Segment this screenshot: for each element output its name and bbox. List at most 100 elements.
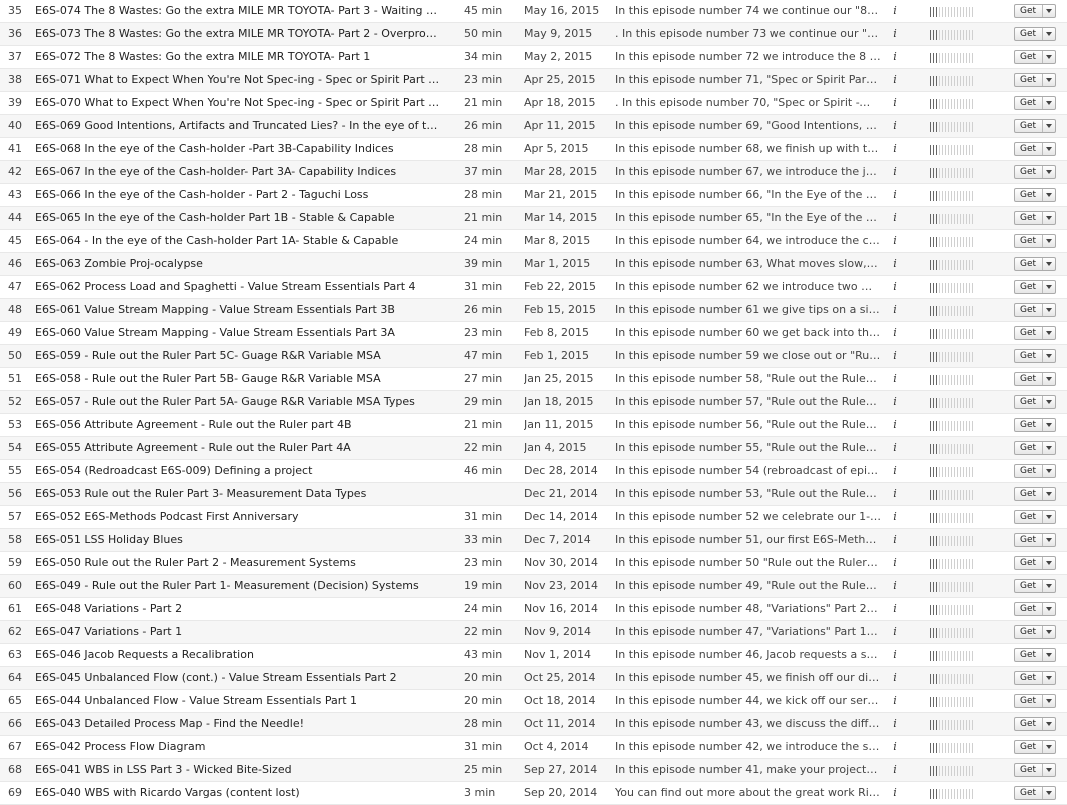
info-icon[interactable]: i [889, 713, 901, 735]
chevron-down-icon[interactable] [1046, 538, 1052, 542]
get-button[interactable]: Get [1014, 46, 1058, 68]
episode-row[interactable]: 56 E6S-053 Rule out the Ruler Part 3- Mea… [0, 483, 1067, 506]
episode-row[interactable]: 50 E6S-059 - Rule out the Ruler Part 5C- … [0, 345, 1067, 368]
chevron-down-icon[interactable] [1046, 285, 1052, 289]
get-button[interactable]: Get [1014, 253, 1058, 275]
episode-row[interactable]: 68 E6S-041 WBS in LSS Part 3 - Wicked Bit… [0, 759, 1067, 782]
episode-title[interactable]: E6S-044 Unbalanced Flow - Value Stream E… [35, 690, 440, 712]
episode-title[interactable]: E6S-070 What to Expect When You're Not S… [35, 92, 440, 114]
episode-row[interactable]: 37 E6S-072 The 8 Wastes: Go the extra MIL… [0, 46, 1067, 69]
info-icon[interactable]: i [889, 69, 901, 91]
info-icon[interactable]: i [889, 644, 901, 666]
episode-row[interactable]: 51 E6S-058 - Rule out the Ruler Part 5B- … [0, 368, 1067, 391]
episode-title[interactable]: E6S-051 LSS Holiday Blues [35, 529, 440, 551]
info-icon[interactable]: i [889, 621, 901, 643]
episode-row[interactable]: 53 E6S-056 Attribute Agreement - Rule out… [0, 414, 1067, 437]
get-button[interactable]: Get [1014, 276, 1058, 298]
episode-title[interactable]: E6S-049 - Rule out the Ruler Part 1- Mea… [35, 575, 440, 597]
chevron-down-icon[interactable] [1046, 147, 1052, 151]
episode-title[interactable]: E6S-066 In the eye of the Cash-holder - … [35, 184, 440, 206]
episode-title[interactable]: E6S-052 E6S-Methods Podcast First Annive… [35, 506, 440, 528]
info-icon[interactable]: i [889, 667, 901, 689]
get-button[interactable]: Get [1014, 736, 1058, 758]
info-icon[interactable]: i [889, 230, 901, 252]
chevron-down-icon[interactable] [1046, 561, 1052, 565]
chevron-down-icon[interactable] [1046, 239, 1052, 243]
info-icon[interactable]: i [889, 736, 901, 758]
episode-title[interactable]: E6S-054 (Redroadcast E6S-009) Defining a… [35, 460, 440, 482]
episode-row[interactable]: 52 E6S-057 - Rule out the Ruler Part 5A- … [0, 391, 1067, 414]
episode-title[interactable]: E6S-074 The 8 Wastes: Go the extra MILE … [35, 0, 440, 22]
info-icon[interactable]: i [889, 460, 901, 482]
episode-row[interactable]: 54 E6S-055 Attribute Agreement - Rule out… [0, 437, 1067, 460]
episode-title[interactable]: E6S-042 Process Flow Diagram [35, 736, 440, 758]
episode-title[interactable]: E6S-072 The 8 Wastes: Go the extra MILE … [35, 46, 440, 68]
get-button[interactable]: Get [1014, 115, 1058, 137]
get-button[interactable]: Get [1014, 391, 1058, 413]
episode-title[interactable]: E6S-060 Value Stream Mapping - Value Str… [35, 322, 440, 344]
info-icon[interactable]: i [889, 345, 901, 367]
episode-row[interactable]: 61 E6S-048 Variations - Part 2 24 min Nov 1… [0, 598, 1067, 621]
get-button[interactable]: Get [1014, 345, 1058, 367]
chevron-down-icon[interactable] [1046, 492, 1052, 496]
chevron-down-icon[interactable] [1046, 653, 1052, 657]
get-button[interactable]: Get [1014, 230, 1058, 252]
episode-row[interactable]: 43 E6S-066 In the eye of the Cash-holder … [0, 184, 1067, 207]
get-button[interactable]: Get [1014, 138, 1058, 160]
chevron-down-icon[interactable] [1046, 676, 1052, 680]
get-button[interactable]: Get [1014, 322, 1058, 344]
get-button[interactable]: Get [1014, 92, 1058, 114]
episode-row[interactable]: 59 E6S-050 Rule out the Ruler Part 2 - Me… [0, 552, 1067, 575]
episode-row[interactable]: 36 E6S-073 The 8 Wastes: Go the extra MIL… [0, 23, 1067, 46]
get-button[interactable]: Get [1014, 621, 1058, 643]
chevron-down-icon[interactable] [1046, 262, 1052, 266]
chevron-down-icon[interactable] [1046, 124, 1052, 128]
episode-title[interactable]: E6S-073 The 8 Wastes: Go the extra MILE … [35, 23, 440, 45]
info-icon[interactable]: i [889, 414, 901, 436]
chevron-down-icon[interactable] [1046, 745, 1052, 749]
info-icon[interactable]: i [889, 253, 901, 275]
chevron-down-icon[interactable] [1046, 193, 1052, 197]
chevron-down-icon[interactable] [1046, 55, 1052, 59]
episode-row[interactable]: 41 E6S-068 In the eye of the Cash-holder … [0, 138, 1067, 161]
get-button[interactable]: Get [1014, 207, 1058, 229]
episode-row[interactable]: 48 E6S-061 Value Stream Mapping - Value S… [0, 299, 1067, 322]
episode-row[interactable]: 46 E6S-063 Zombie Proj-ocalypse 39 min Mar … [0, 253, 1067, 276]
chevron-down-icon[interactable] [1046, 400, 1052, 404]
get-button[interactable]: Get [1014, 23, 1058, 45]
chevron-down-icon[interactable] [1046, 9, 1052, 13]
episode-row[interactable]: 39 E6S-070 What to Expect When You're Not… [0, 92, 1067, 115]
info-icon[interactable]: i [889, 138, 901, 160]
get-button[interactable]: Get [1014, 437, 1058, 459]
episode-title[interactable]: E6S-050 Rule out the Ruler Part 2 - Meas… [35, 552, 440, 574]
info-icon[interactable]: i [889, 690, 901, 712]
get-button[interactable]: Get [1014, 644, 1058, 666]
info-icon[interactable]: i [889, 207, 901, 229]
get-button[interactable]: Get [1014, 759, 1058, 781]
info-icon[interactable]: i [889, 184, 901, 206]
episode-title[interactable]: E6S-040 WBS with Ricardo Vargas (content… [35, 782, 440, 804]
episode-title[interactable]: E6S-059 - Rule out the Ruler Part 5C- Gu… [35, 345, 440, 367]
chevron-down-icon[interactable] [1046, 423, 1052, 427]
get-button[interactable]: Get [1014, 69, 1058, 91]
chevron-down-icon[interactable] [1046, 216, 1052, 220]
chevron-down-icon[interactable] [1046, 630, 1052, 634]
episode-row[interactable]: 35 E6S-074 The 8 Wastes: Go the extra MIL… [0, 0, 1067, 23]
get-button[interactable]: Get [1014, 598, 1058, 620]
chevron-down-icon[interactable] [1046, 101, 1052, 105]
info-icon[interactable]: i [889, 23, 901, 45]
episode-row[interactable]: 65 E6S-044 Unbalanced Flow - Value Stream… [0, 690, 1067, 713]
info-icon[interactable]: i [889, 322, 901, 344]
info-icon[interactable]: i [889, 46, 901, 68]
episode-row[interactable]: 40 E6S-069 Good Intentions, Artifacts and… [0, 115, 1067, 138]
episode-title[interactable]: E6S-068 In the eye of the Cash-holder -P… [35, 138, 440, 160]
episode-title[interactable]: E6S-043 Detailed Process Map - Find the … [35, 713, 440, 735]
info-icon[interactable]: i [889, 115, 901, 137]
episode-title[interactable]: E6S-057 - Rule out the Ruler Part 5A- Ga… [35, 391, 440, 413]
chevron-down-icon[interactable] [1046, 584, 1052, 588]
info-icon[interactable]: i [889, 437, 901, 459]
episode-row[interactable]: 38 E6S-071 What to Expect When You're Not… [0, 69, 1067, 92]
info-icon[interactable]: i [889, 759, 901, 781]
episode-title[interactable]: E6S-056 Attribute Agreement - Rule out t… [35, 414, 440, 436]
episode-row[interactable]: 55 E6S-054 (Redroadcast E6S-009) Defining… [0, 460, 1067, 483]
